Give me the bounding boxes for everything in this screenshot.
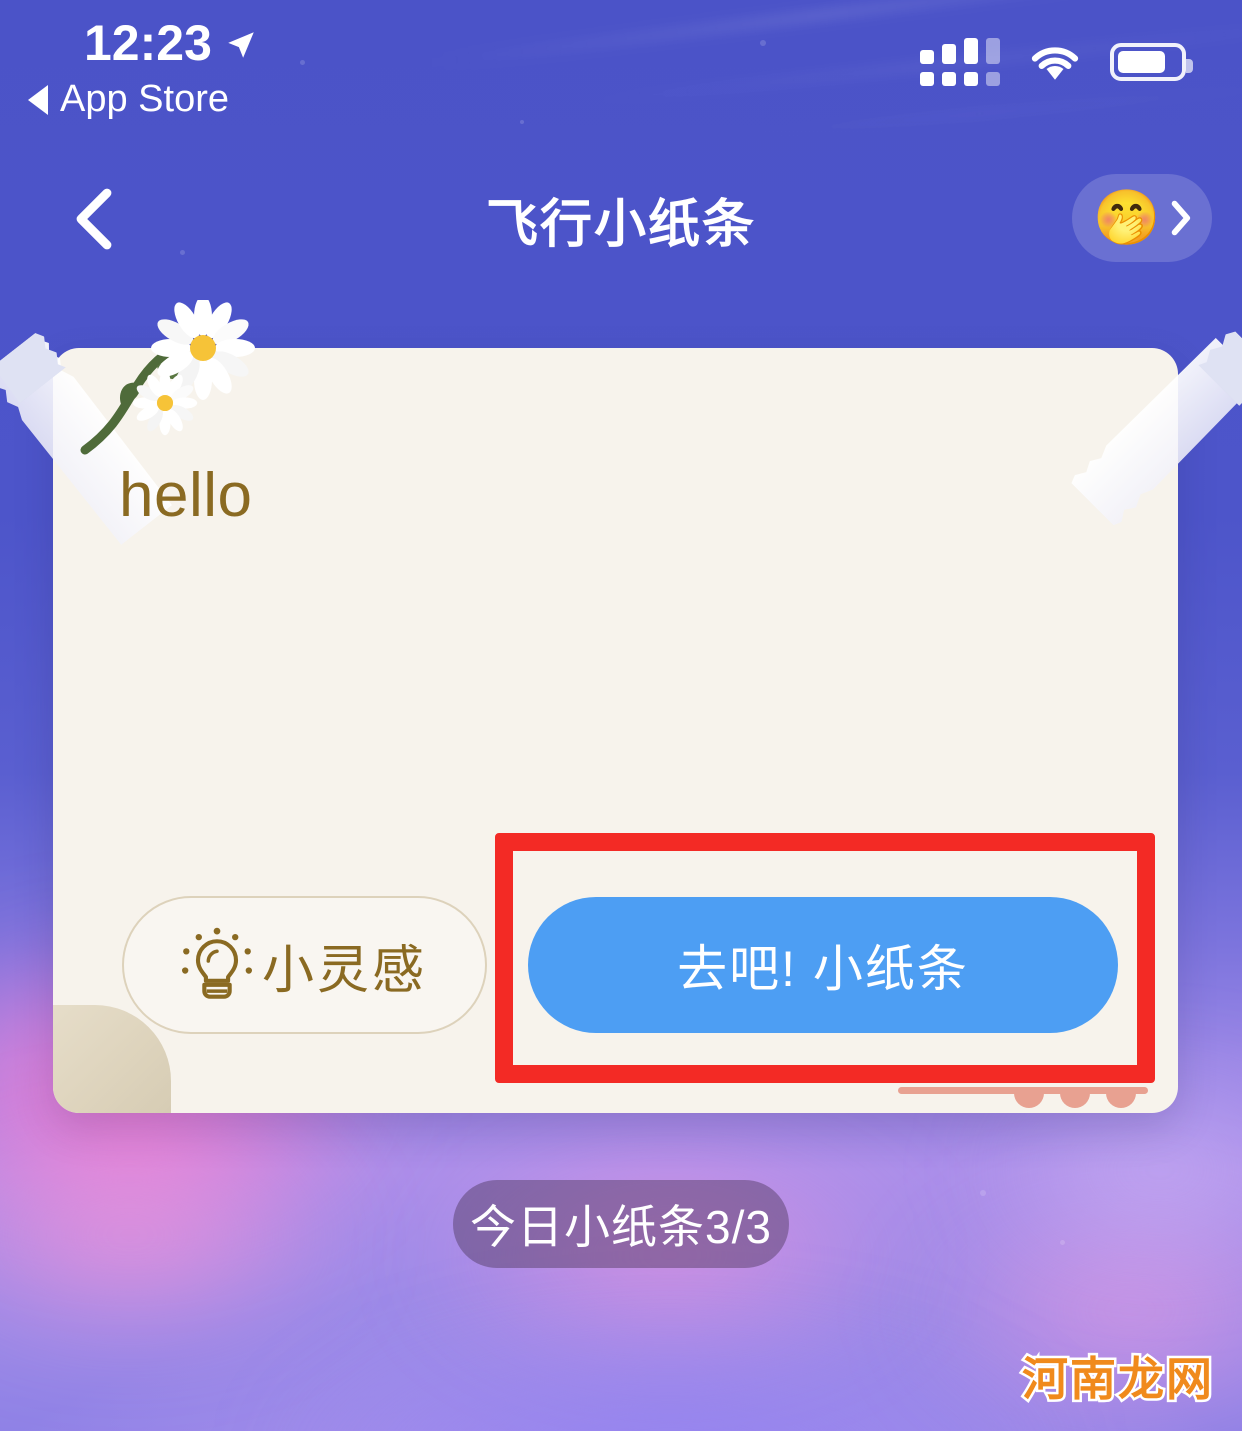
return-to-app-store-link[interactable]: App Store (28, 78, 229, 121)
status-indicators (920, 38, 1193, 86)
today-note-count-badge[interactable]: 今日小纸条3/3 (453, 1180, 789, 1268)
location-arrow-icon (228, 32, 254, 58)
phone-screen: 12:23 App Store 飞行小纸条 🤭 hello 小灵感 去吧! 小纸… (0, 0, 1242, 1431)
send-note-button[interactable]: 去吧! 小纸条 (528, 897, 1118, 1033)
inspiration-button[interactable]: 小灵感 (122, 896, 487, 1034)
avatar: 🤭 (1093, 188, 1161, 248)
cellular-signal-icon (920, 38, 1000, 86)
navigation-bar: 飞行小纸条 🤭 (0, 160, 1242, 280)
status-bar: 12:23 App Store (0, 0, 1242, 132)
battery-icon (1110, 43, 1193, 81)
chevron-right-icon (1169, 200, 1191, 236)
page-title: 飞行小纸条 (485, 196, 756, 254)
scallop-edge-icon (898, 1087, 1148, 1108)
today-note-count-label: 今日小纸条3/3 (470, 1201, 772, 1253)
status-time: 12:23 (84, 15, 212, 71)
daisy-flower-icon (80, 300, 255, 455)
inspiration-button-label: 小灵感 (261, 941, 427, 1000)
profile-entry-button[interactable]: 🤭 (1072, 174, 1212, 262)
return-label: App Store (60, 78, 229, 120)
note-text[interactable]: hello (119, 460, 253, 531)
wifi-icon (1031, 47, 1079, 80)
send-note-button-label: 去吧! 小纸条 (677, 941, 969, 997)
triangle-left-icon (28, 84, 48, 115)
watermark: 河南龙网 (1020, 1350, 1215, 1409)
lightbulb-icon (181, 927, 252, 999)
